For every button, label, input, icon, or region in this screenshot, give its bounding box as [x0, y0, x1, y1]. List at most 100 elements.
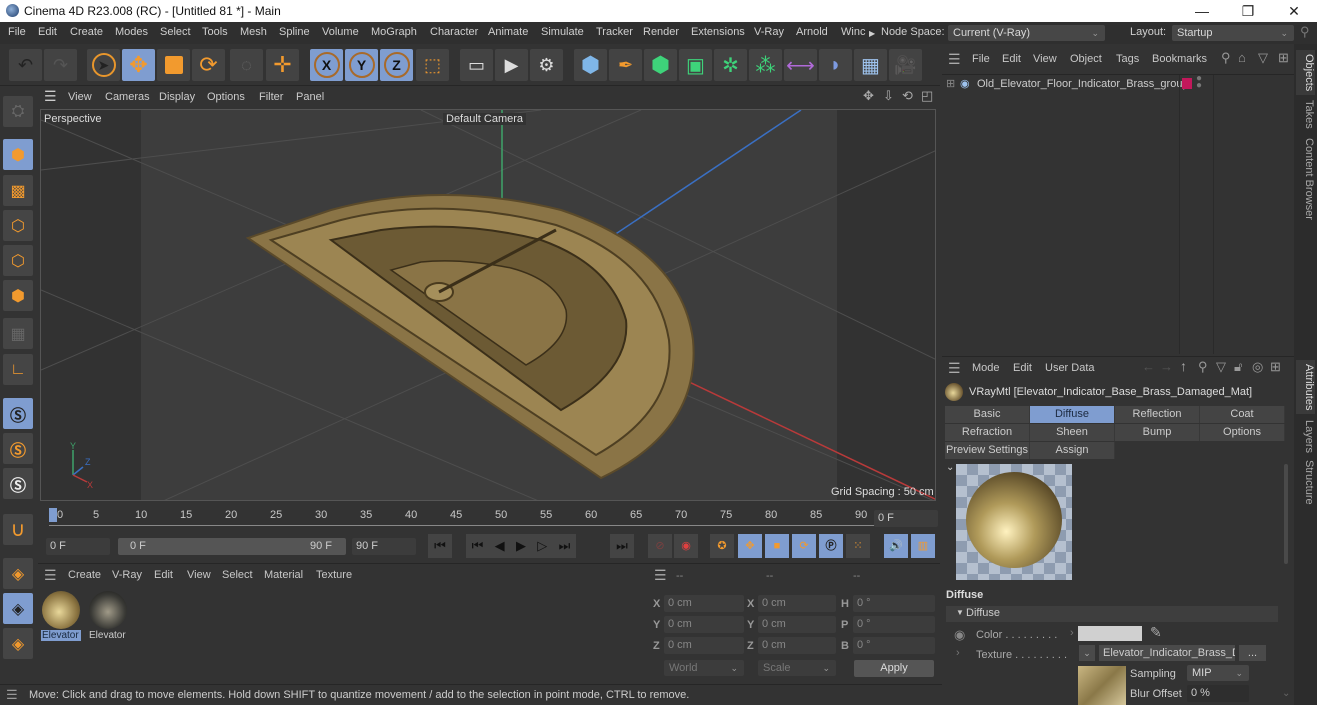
menu-volume[interactable]: Volume [322, 26, 359, 38]
tab-bump[interactable]: Bump [1115, 424, 1200, 441]
field-icon[interactable]: ◗ [819, 49, 852, 81]
tweak-magnet-icon[interactable]: ∪ [3, 514, 33, 545]
size-x-field[interactable]: 0 cm [758, 595, 836, 612]
menu-window[interactable]: Winc [841, 26, 865, 38]
mat-menu-texture[interactable]: Texture [316, 569, 352, 581]
go-to-start-icon[interactable]: ⏮ [428, 534, 452, 558]
viewport-menu-panel[interactable]: Panel [296, 91, 324, 103]
texture-mode-icon[interactable]: ▩ [3, 175, 33, 206]
node-space-dropdown[interactable]: Current (V-Ray) ⌄ [948, 25, 1105, 41]
home-icon[interactable]: ⌂ [1238, 50, 1246, 65]
preview-range-slider[interactable]: 0 F 90 F [118, 538, 346, 555]
snap-icon[interactable]: Ⓢ [3, 398, 33, 429]
timeline-ruler[interactable]: 0 5 10 15 20 25 30 35 40 45 50 55 60 65 … [49, 504, 909, 526]
attr-menu-user-data[interactable]: User Data [1045, 362, 1095, 374]
tab-diffuse[interactable]: Diffuse [1030, 406, 1115, 423]
menu-file[interactable]: File [8, 26, 26, 38]
layer-color-tag[interactable] [1182, 78, 1192, 89]
new-panel-icon[interactable]: ⊞ [1278, 50, 1289, 66]
material-swatch[interactable]: Elevator [88, 590, 128, 646]
sound-icon[interactable]: 🔊 [884, 534, 908, 558]
playhead[interactable] [49, 508, 57, 522]
eyedropper-icon[interactable]: ✎ [1150, 624, 1162, 641]
tab-takes[interactable]: Takes [1296, 96, 1315, 133]
next-frame-icon[interactable]: ▷ [537, 538, 547, 554]
render-picture-viewer-icon[interactable]: ▶ [495, 49, 528, 81]
size-y-field[interactable]: 0 cm [758, 616, 836, 633]
snap-settings-icon[interactable]: Ⓢ [3, 433, 33, 464]
hamburger-menu-icon[interactable]: ☰ [654, 567, 667, 584]
rot-b-field[interactable]: 0 ° [853, 637, 935, 654]
workplane-lock-icon[interactable]: ◈ [3, 593, 33, 624]
cloner-icon[interactable]: ✲ [714, 49, 747, 81]
timeline-film-icon[interactable]: ▥ [911, 534, 935, 558]
menu-tools[interactable]: Tools [202, 26, 228, 38]
coordinate-space-dropdown[interactable]: World ⌄ [664, 660, 744, 676]
sampling-dropdown[interactable]: MIP ⌄ [1187, 665, 1249, 681]
tab-refraction[interactable]: Refraction [945, 424, 1030, 441]
axis-mode-icon[interactable]: ∟ [3, 354, 33, 385]
expand-icon[interactable]: ⊞ [946, 77, 955, 90]
attr-menu-mode[interactable]: Mode [972, 362, 1000, 374]
apply-button[interactable]: Apply [854, 660, 934, 677]
rotate-view-icon[interactable]: ⟲ [902, 88, 913, 104]
obj-menu-object[interactable]: Object [1070, 53, 1102, 65]
filter-icon[interactable]: ▽ [1216, 359, 1226, 375]
mat-menu-view[interactable]: View [187, 569, 211, 581]
hamburger-menu-icon[interactable]: ☰ [44, 88, 57, 105]
menu-spline[interactable]: Spline [279, 26, 310, 38]
pos-z-field[interactable]: 0 cm [664, 637, 744, 654]
undo-icon[interactable]: ↶ [9, 49, 42, 81]
workplane-snap-icon[interactable]: Ⓢ [3, 468, 33, 499]
mograph-icon[interactable]: ⁂ [749, 49, 782, 81]
workplane-icon[interactable]: ◈ [3, 558, 33, 589]
y-axis-icon[interactable]: Y [345, 49, 378, 81]
menu-modes[interactable]: Modes [115, 26, 148, 38]
tab-reflection[interactable]: Reflection [1115, 406, 1200, 423]
viewport-menu-display[interactable]: Display [159, 91, 195, 103]
move-icon[interactable]: ✥ [122, 49, 155, 81]
previous-key-icon[interactable]: ⏮ [472, 538, 484, 554]
menu-character[interactable]: Character [430, 26, 478, 38]
camera-icon[interactable]: 🎥 [889, 49, 922, 81]
x-axis-icon[interactable]: X [310, 49, 343, 81]
chevron-right-icon[interactable]: › [1070, 627, 1074, 639]
mat-menu-edit[interactable]: Edit [154, 569, 173, 581]
menu-edit[interactable]: Edit [38, 26, 57, 38]
search-icon[interactable]: ⚲ [1221, 50, 1231, 66]
viewport-camera-name[interactable]: Default Camera [443, 113, 527, 125]
render-settings-icon[interactable]: ⚙ [530, 49, 563, 81]
back-arrow-icon[interactable]: ← [1142, 359, 1155, 374]
tab-structure[interactable]: Structure [1296, 456, 1315, 509]
menu-mesh[interactable]: Mesh [240, 26, 267, 38]
collapse-preview-icon[interactable]: ⌄ [946, 462, 954, 473]
menu-extensions[interactable]: Extensions [691, 26, 745, 38]
object-name[interactable]: Old_Elevator_Floor_Indicator_Brass_group [977, 78, 1189, 90]
render-view-icon[interactable]: ▭ [460, 49, 493, 81]
obj-menu-tags[interactable]: Tags [1116, 53, 1139, 65]
redo-icon[interactable]: ↷ [44, 49, 77, 81]
viewport-menu-filter[interactable]: Filter [259, 91, 283, 103]
hamburger-menu-icon[interactable]: ☰ [948, 51, 961, 68]
pos-x-field[interactable]: 0 cm [664, 595, 744, 612]
menu-create[interactable]: Create [70, 26, 103, 38]
mat-menu-vray[interactable]: V-Ray [112, 569, 142, 581]
scale-icon[interactable] [157, 49, 190, 81]
search-icon[interactable]: ⚲ [1300, 24, 1310, 40]
subdivision-icon[interactable]: ⬢ [644, 49, 677, 81]
polygons-mode-icon[interactable]: ⬢ [3, 280, 33, 311]
minimize-button[interactable]: — [1179, 0, 1225, 22]
points-mode-icon[interactable]: ⬡ [3, 210, 33, 241]
go-to-end-icon[interactable]: ⏭ [610, 534, 634, 558]
mat-menu-create[interactable]: Create [68, 569, 101, 581]
viewport-menu-options[interactable]: Options [207, 91, 245, 103]
mat-menu-select[interactable]: Select [222, 569, 253, 581]
texture-path-field[interactable]: Elevator_Indicator_Brass_Da [1099, 645, 1235, 661]
menu-arnold[interactable]: Arnold [796, 26, 828, 38]
floor-icon[interactable]: ▦ [854, 49, 887, 81]
menu-mograph[interactable]: MoGraph [371, 26, 417, 38]
menu-select[interactable]: Select [160, 26, 191, 38]
pen-icon[interactable]: ✒ [609, 49, 642, 81]
menu-render[interactable]: Render [643, 26, 679, 38]
3d-viewport[interactable]: Perspective Default Camera Grid Spacing … [40, 109, 936, 501]
